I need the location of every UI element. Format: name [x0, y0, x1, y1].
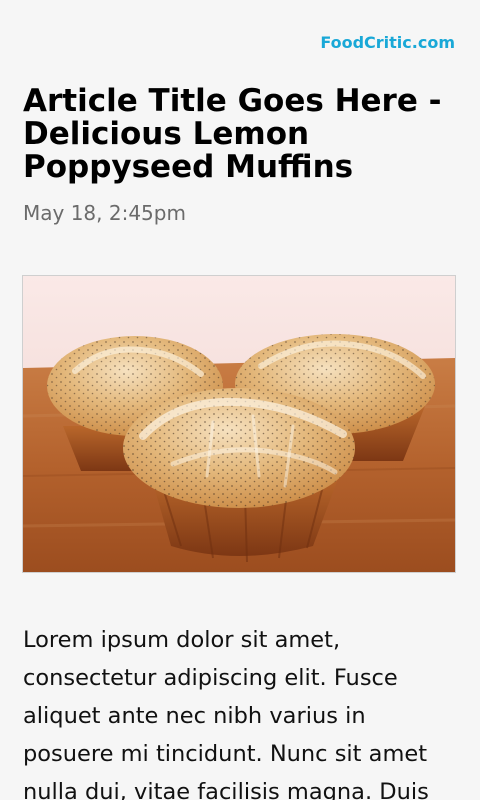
article-body: Lorem ipsum dolor sit amet, consectetur …	[23, 627, 429, 800]
muffins-image	[23, 276, 455, 572]
article-date: May 18, 2:45pm	[23, 201, 186, 225]
article-photo	[22, 275, 456, 573]
article-title: Article Title Goes Here - Delicious Lemo…	[23, 83, 442, 185]
brand-link[interactable]: FoodCritic.com	[320, 33, 455, 52]
article-page: FoodCritic.com Article Title Goes Here -…	[0, 0, 480, 800]
